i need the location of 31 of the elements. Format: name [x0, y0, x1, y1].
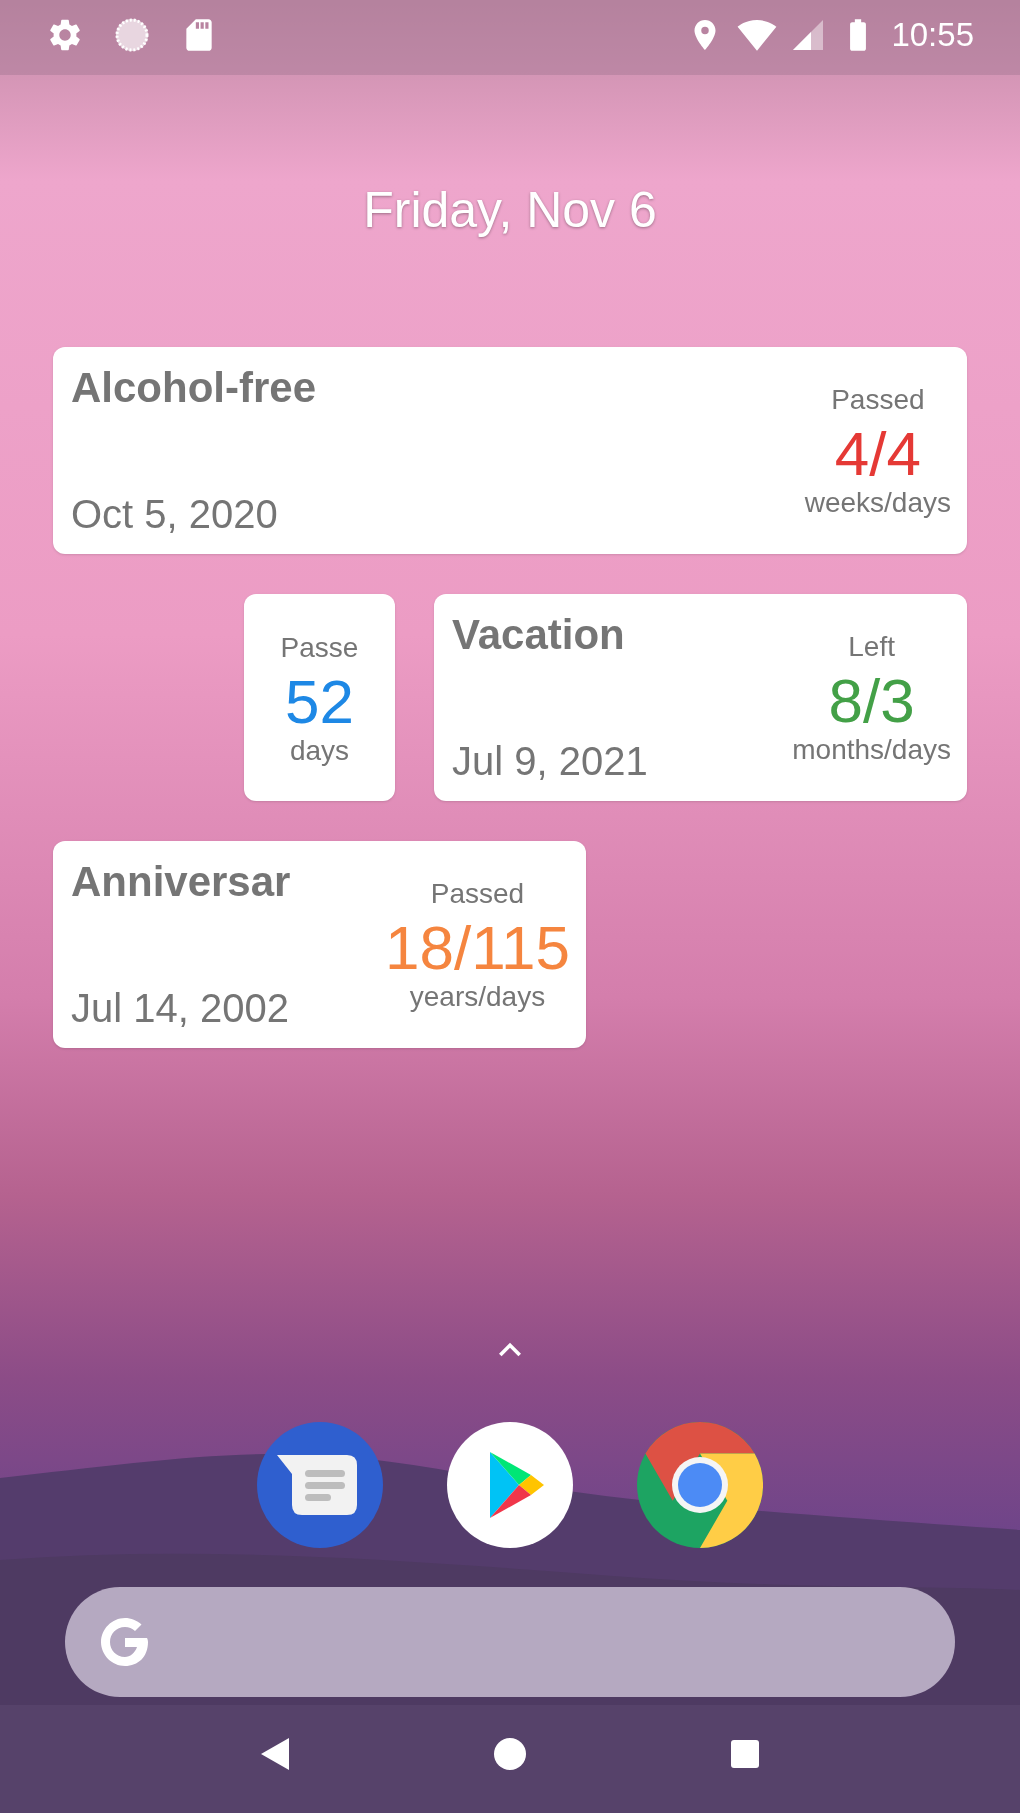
widget-title: Alcohol-free	[71, 363, 317, 413]
widget-title: Anniversar	[71, 857, 291, 907]
clock-time: 10:55	[891, 15, 974, 55]
counter-widget[interactable]: Alcohol-free Oct 5, 2020 Passed 4/4 weeks/days	[53, 347, 967, 554]
stat-unit: months/days	[792, 733, 951, 766]
messages-app-icon[interactable]	[257, 1422, 383, 1548]
widget-title: Vacation	[452, 610, 626, 660]
chrome-icon[interactable]	[637, 1422, 763, 1548]
stat-label: Left	[848, 629, 895, 664]
stat-value: 18/115	[384, 914, 570, 981]
widget-date: Oct 5, 2020	[71, 491, 279, 538]
stat-unit: weeks/days	[804, 486, 951, 519]
counter-widget[interactable]: Vacation Jul 9, 2021 Left 8/3 months/days	[434, 594, 967, 801]
stat-unit: years/days	[409, 980, 546, 1013]
stat-value: 8/3	[828, 667, 915, 734]
counter-widget[interactable]: Passe 52 days	[244, 594, 395, 801]
stat-label: Passed	[430, 876, 525, 911]
home-icon[interactable]	[494, 1738, 526, 1770]
stat-value: 4/4	[834, 420, 921, 487]
counter-widget[interactable]: Anniversar Jul 14, 2002 Passed 18/115 years/days	[53, 841, 586, 1048]
loading-icon	[114, 17, 150, 53]
stat-unit: days	[289, 734, 350, 767]
stat-value: 52	[285, 668, 354, 735]
play-store-icon[interactable]	[447, 1422, 573, 1548]
stat-label: Passed	[831, 382, 925, 417]
widget-date: Jul 14, 2002	[71, 985, 290, 1032]
widget-date: Jul 9, 2021	[452, 738, 648, 785]
stat-label: Passe	[280, 630, 359, 665]
signal-icon	[791, 18, 826, 52]
date-text: Friday, Nov 6	[363, 182, 657, 238]
back-icon[interactable]	[261, 1738, 289, 1770]
